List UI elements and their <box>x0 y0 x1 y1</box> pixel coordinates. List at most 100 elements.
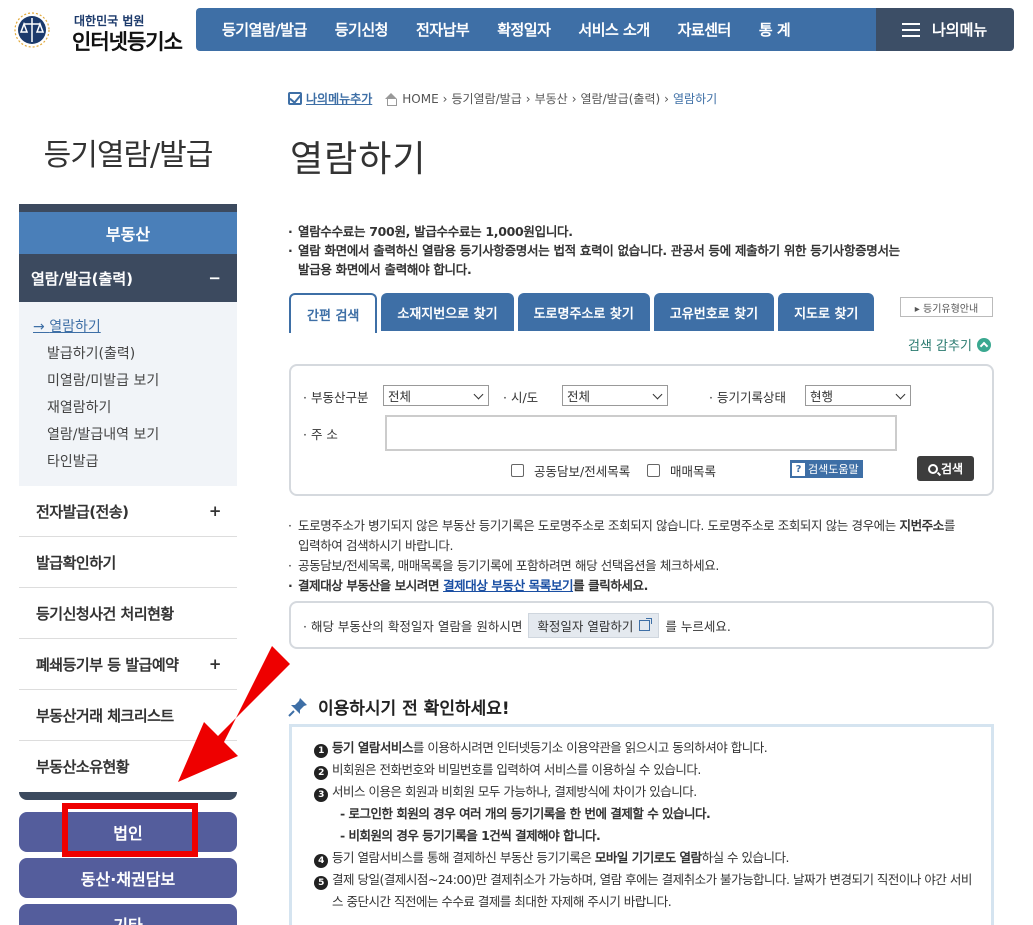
question-icon: ? <box>792 462 805 476</box>
notice-box: 1 등기 열람서비스를 이용하시려면 인터넷등기소 이용약관을 읽으시고 동의하셔… <box>289 724 994 925</box>
sido-select[interactable]: 전체 <box>562 385 668 406</box>
sidebar-submenu: → 열람하기 발급하기(출력) 미열람/미발급 보기 재열람하기 열람/발급내역… <box>19 302 237 486</box>
tab-simple-search[interactable]: 간편 검색 <box>289 293 378 333</box>
search-button-label: 검색 <box>940 462 964 476</box>
registry-type-guide-button[interactable]: ▸ 등기유형안내 <box>900 297 993 317</box>
my-menu-label: 나의메뉴 <box>932 21 988 39</box>
breadcrumb-registry[interactable]: 등기열람/발급 <box>451 90 521 107</box>
notice-item: 5 결제 당일(결제시점~24:00)만 결제취소가 가능하며, 열람 후에는 결… <box>314 869 991 891</box>
checkbox-icon <box>511 464 524 477</box>
hide-search-label: 검색 감추기 <box>908 339 972 354</box>
page-title: 열람하기 <box>290 139 427 180</box>
nav-fixed-date[interactable]: 확정일자 <box>483 19 564 40</box>
tab-lot-number[interactable]: 소재지번으로 찾기 <box>381 293 514 331</box>
tab-map[interactable]: 지도로 찾기 <box>778 293 875 331</box>
breadcrumb-print[interactable]: 열람/발급(출력) <box>581 90 661 107</box>
checkbox-icon <box>647 464 660 477</box>
sidebar-item-e-issue[interactable]: 전자발급(전송) + <box>19 486 237 537</box>
payment-list-note: 결제대상 부동산을 보시려면 결제대상 부동산 목록보기를 클릭하세요. <box>286 576 986 596</box>
checkbox-icon <box>288 92 302 105</box>
notice-heading: 이용하시기 전 확인하세요! <box>288 694 510 719</box>
collapse-toggle-icon: − <box>208 269 221 287</box>
sidebar-item-label: 부동산거래 체크리스트 <box>36 706 174 725</box>
legal-note: 열람 화면에서 출력하신 열람용 등기사항증명서는 법적 효력이 없습니다. 관… <box>286 241 986 279</box>
breadcrumb-separator: › <box>442 91 448 106</box>
notice-item: 3 서비스 이용은 회원과 비회원 모두 가능하나, 결제방식에 차이가 있습니다… <box>314 781 991 803</box>
submenu-item-history[interactable]: 열람/발급내역 보기 <box>33 422 237 449</box>
notice-item: 1 등기 열람서비스를 이용하시려면 인터넷등기소 이용약관을 읽으시고 동의하셔… <box>314 737 991 759</box>
sidebar-item-label: 전자발급(전송) <box>36 502 129 521</box>
search-form: · 부동산구분 전체 · 시/도 전체 · 등기기록상태 현행 · 주 소 공동… <box>289 364 994 496</box>
tab-unique-number[interactable]: 고유번호로 찾기 <box>653 293 775 331</box>
joint-collateral-checkbox[interactable]: 공동담보/전세목록 <box>511 461 630 480</box>
address-input[interactable] <box>385 415 897 451</box>
hide-search-toggle[interactable]: 검색 감추기 <box>908 335 991 354</box>
section-title: 등기열람/발급 <box>43 138 214 173</box>
sidebar-top-line <box>19 204 237 212</box>
search-help-button[interactable]: ? 검색도움말 <box>790 460 863 478</box>
annotation-arrow-icon <box>178 646 290 782</box>
chevron-up-icon <box>976 337 991 352</box>
nav-service-intro[interactable]: 서비스 소개 <box>564 19 663 40</box>
notice-item: 2 비회원은 전화번호와 비밀번호를 입력하여 서비스를 이용하실 수 있습니다. <box>314 759 991 781</box>
breadcrumb-home[interactable]: HOME <box>402 92 438 106</box>
tab-road-address[interactable]: 도로명주소로 찾기 <box>517 293 650 331</box>
sidebar-item-case-status[interactable]: 등기신청사건 처리현황 <box>19 588 237 639</box>
search-tabs: 간편 검색 소재지번으로 찾기 도로명주소로 찾기 고유번호로 찾기 지도로 찾… <box>289 293 878 333</box>
global-nav: 등기열람/발급 등기신청 전자납부 확정일자 서비스 소개 자료센터 통 계 <box>196 8 876 51</box>
nav-registry-apply[interactable]: 등기신청 <box>321 19 402 40</box>
sales-list-label: 매매목록 <box>670 464 717 479</box>
fixed-date-text-post: 를 누르세요. <box>665 618 731 634</box>
fee-note: 열람수수료는 700원, 발급수수료는 1,000원입니다. <box>286 222 986 241</box>
nav-e-payment[interactable]: 전자납부 <box>402 19 483 40</box>
annotation-highlight-box <box>62 803 198 857</box>
record-status-select[interactable]: 현행 <box>805 385 911 406</box>
submenu-item-unviewed[interactable]: 미열람/미발급 보기 <box>33 368 237 395</box>
sidebar-button-movable[interactable]: 동산·채권담보 <box>19 858 237 898</box>
sidebar-item-label: 발급확인하기 <box>36 553 116 572</box>
add-my-menu-label: 나의메뉴추가 <box>306 92 373 106</box>
site-logo[interactable]: 대한민국 법원 인터넷등기소 <box>8 4 188 54</box>
submenu-item-review[interactable]: 재열람하기 <box>33 395 237 422</box>
search-help-label: 검색도움말 <box>808 463 859 476</box>
payment-list-link[interactable]: 결제대상 부동산 목록보기 <box>443 578 573 593</box>
add-my-menu-link[interactable]: 나의메뉴추가 <box>288 90 372 107</box>
expand-icon: + <box>208 502 222 520</box>
hamburger-icon <box>902 22 920 37</box>
sidebar-head-realestate[interactable]: 부동산 <box>19 212 237 254</box>
nav-data-center[interactable]: 자료센터 <box>664 19 745 40</box>
submenu-item-view[interactable]: → 열람하기 <box>33 314 237 341</box>
joint-collateral-label: 공동담보/전세목록 <box>534 464 631 479</box>
sidebar-item-issue-check[interactable]: 발급확인하기 <box>19 537 237 588</box>
notice-item-continued: 스 중단시간 직전에는 수수료 결제를 최대한 자제해 주시기 바랍니다. <box>332 894 672 909</box>
sidebar-bottom-line <box>19 792 237 800</box>
my-menu-button[interactable]: 나의메뉴 <box>876 8 1014 51</box>
nav-statistics[interactable]: 통 계 <box>745 19 804 40</box>
breadcrumb-separator: › <box>664 91 669 106</box>
submenu-item-other[interactable]: 타인발급 <box>33 449 237 476</box>
court-emblem-icon <box>14 12 50 48</box>
breadcrumb-realestate[interactable]: 부동산 <box>535 90 568 107</box>
sidebar-item-label: 부동산소유현황 <box>36 758 130 776</box>
sales-list-checkbox[interactable]: 매매목록 <box>647 461 716 480</box>
sidebar-button-etc[interactable]: 기타 <box>19 904 237 925</box>
fixed-date-box: · 해당 부동산의 확정일자 열람을 원하시면 확정일자 열람하기 를 누르세요… <box>289 601 994 649</box>
nav-registry-view[interactable]: 등기열람/발급 <box>196 19 321 40</box>
notice-subitem: - 비회원의 경우 등기기록을 1건씩 결제해야 합니다. <box>340 828 601 843</box>
sidebar-item-label: 열람/발급(출력) <box>31 269 133 288</box>
breadcrumb: 나의메뉴추가 HOME › 등기열람/발급 › 부동산 › 열람/발급(출력) … <box>288 90 717 107</box>
search-icon <box>927 463 938 474</box>
fixed-date-view-button[interactable]: 확정일자 열람하기 <box>528 612 660 638</box>
breadcrumb-separator: › <box>525 91 531 106</box>
sidebar-item-view-print[interactable]: 열람/발급(출력) − <box>19 254 237 302</box>
property-type-select[interactable]: 전체 <box>383 385 489 406</box>
sidebar-item-label: 폐쇄등기부 등 발급예약 <box>36 655 179 674</box>
home-icon <box>384 92 398 106</box>
sidebar-item-label: 등기신청사건 처리현황 <box>36 604 174 623</box>
submenu-item-issue[interactable]: 발급하기(출력) <box>33 341 237 368</box>
search-button[interactable]: 검색 <box>917 456 974 481</box>
pin-icon <box>288 697 307 717</box>
fixed-date-text: · 해당 부동산의 확정일자 열람을 원하시면 <box>303 618 523 634</box>
external-link-icon <box>639 617 653 631</box>
address-label: · 주 소 <box>303 427 338 442</box>
